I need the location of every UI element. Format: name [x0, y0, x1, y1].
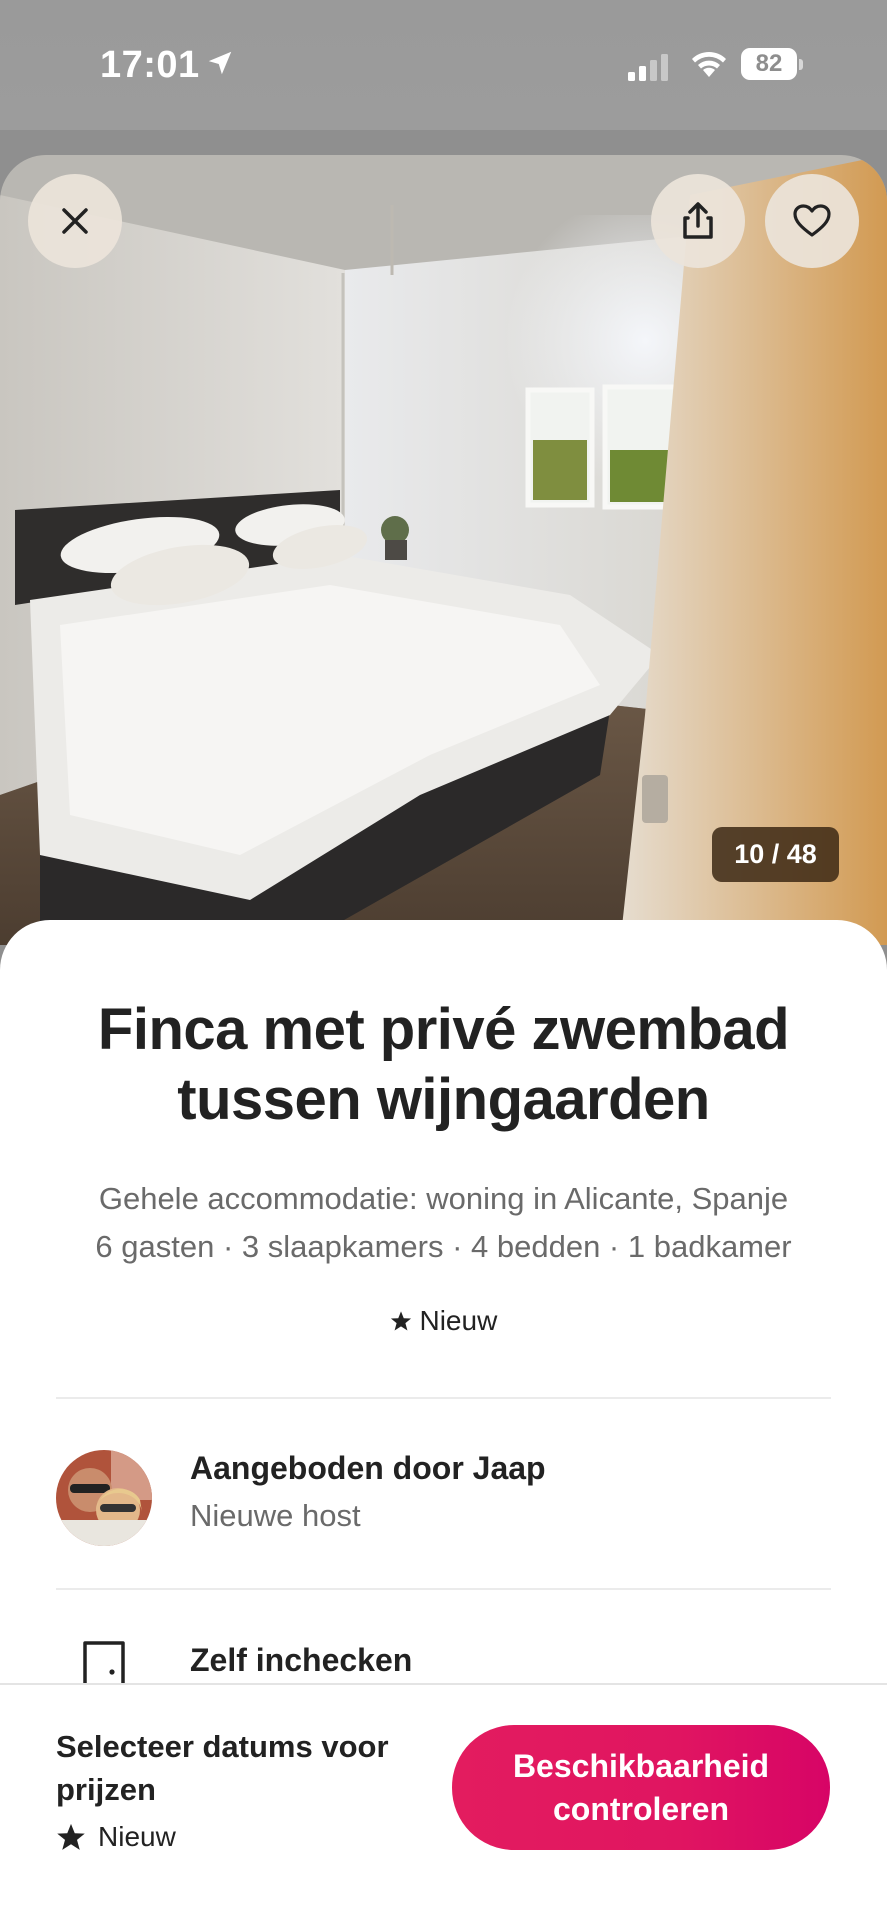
rating-label: Nieuw — [419, 1305, 498, 1336]
host-avatar[interactable] — [56, 1450, 152, 1546]
share-icon — [683, 202, 713, 239]
check-availability-button[interactable]: Beschikbaarheid controleren — [452, 1725, 830, 1850]
cellular-signal-icon — [628, 54, 668, 81]
price-prompt[interactable]: Selecteer datums voor prijzen — [56, 1725, 436, 1811]
host-status: Nieuwe host — [190, 1498, 361, 1533]
cta-line-1: Beschikbaarheid — [512, 1747, 770, 1784]
cta-line-2: controleren — [552, 1790, 730, 1827]
listing-title: Finca met privé zwembad tussen wijngaard… — [97, 997, 790, 1132]
booking-bar: Selecteer datums voor prijzen Nieuw Besc… — [0, 1683, 887, 1922]
close-icon — [62, 208, 88, 234]
listing-rating: Nieuw — [0, 1305, 887, 1337]
heart-icon — [793, 204, 831, 237]
battery-level: 82 — [741, 48, 797, 80]
photo-counter: 10 / 48 — [712, 827, 839, 882]
divider — [56, 1397, 831, 1399]
star-icon — [390, 1311, 411, 1331]
divider — [56, 1588, 831, 1590]
host-photo — [56, 1450, 152, 1546]
listing-capacity: 6 gasten · 3 slaapkamers · 4 bedden · 1 … — [95, 1229, 792, 1264]
battery-indicator: 82 — [741, 48, 803, 82]
listing-photo[interactable]: 10 / 48 — [0, 155, 887, 945]
listing-subtitle: Gehele accommodatie: woning in Alicante,… — [40, 1175, 847, 1271]
star-icon — [57, 1823, 85, 1850]
status-time: 17:01 — [100, 44, 200, 86]
location-arrow-icon — [208, 51, 232, 75]
wifi-icon — [692, 51, 726, 77]
listing-type-location: Gehele accommodatie: woning in Alicante,… — [98, 1181, 789, 1216]
footer-rating: Nieuw — [56, 1821, 176, 1853]
status-bar: 17:01 82 — [0, 0, 887, 130]
close-button[interactable] — [28, 174, 122, 268]
save-favorite-button[interactable] — [765, 174, 859, 268]
self-checkin-label: Zelf inchecken — [190, 1642, 413, 1678]
host-name: Aangeboden door Jaap — [190, 1450, 546, 1486]
footer-rating-label: Nieuw — [98, 1821, 176, 1852]
share-button[interactable] — [651, 174, 745, 268]
